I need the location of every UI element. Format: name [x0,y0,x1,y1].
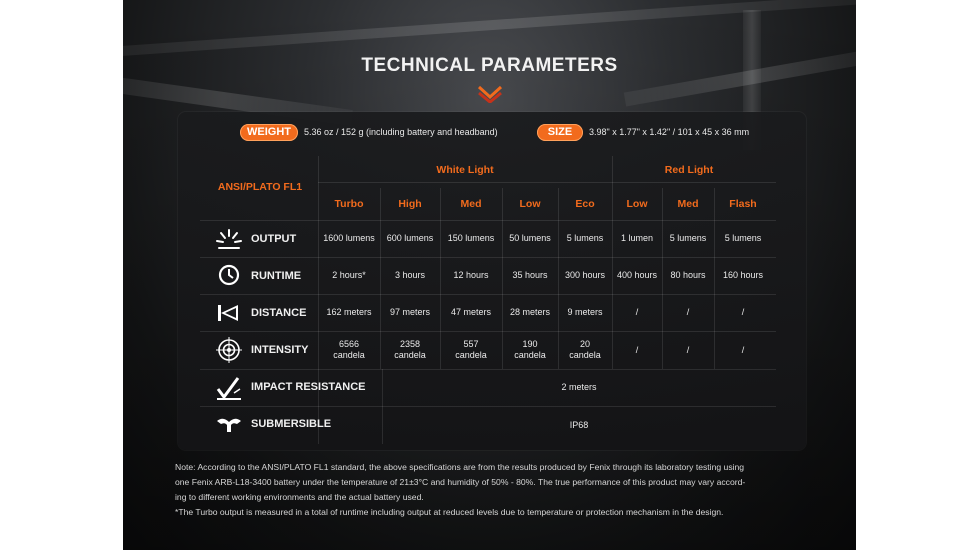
chevron-down-icon [477,85,503,103]
mode-eco: Eco [575,198,595,210]
output-red-flash: 5 lumens [724,233,762,243]
footnote-line: Note: According to the ANSI/PLATO FL1 st… [175,462,745,472]
white-light-header: White Light [436,164,494,176]
submersible-value: IP68 [569,419,589,430]
distance-red-med: / [686,307,690,317]
footnote-line: *The Turbo output is measured in a total… [175,507,724,517]
mode-red-med: Med [677,198,699,210]
page-title: TECHNICAL PARAMETERS [361,55,618,76]
intensity-eco: 20 candela [569,339,601,360]
distance-high: 97 meters [389,307,431,317]
runtime-high: 3 hours [394,270,426,280]
runtime-turbo: 2 hours* [332,270,366,280]
mode-high: High [398,198,422,210]
mode-low: Low [519,198,541,210]
output-low: 50 lumens [509,233,551,243]
runtime-low: 35 hours [512,270,548,280]
clock-icon [218,264,240,286]
output-turbo: 1600 lumens [323,233,375,243]
distance-turbo: 162 meters [326,307,372,317]
size-badge: SIZE [537,124,583,141]
distance-low: 28 meters [509,307,551,317]
output-med: 150 lumens [447,233,495,243]
mode-red-flash: Flash [729,198,757,210]
runtime-red-flash: 160 hours [722,270,764,280]
distance-eco: 9 meters [567,307,603,317]
footnote-line: one Fenix ARB-L18-3400 battery under the… [175,477,746,487]
runtime-red-med: 80 hours [670,270,706,280]
distance-med: 47 meters [450,307,492,317]
size-value: 3.98" x 1.77" x 1.42" / 101 x 45 x 36 mm [589,127,750,137]
output-high: 600 lumens [386,233,434,243]
intensity-red-med: / [686,344,690,355]
distance-red-low: / [635,307,639,317]
weight-value: 5.36 oz / 152 g (including battery and h… [304,127,498,137]
mode-red-low: Low [626,198,648,210]
row-label-runtime: RUNTIME [251,270,302,282]
spec-table-panel: WEIGHT 5.36 oz / 152 g (including batter… [178,112,806,450]
impact-value: 2 meters [561,382,597,392]
intensity-high: 2358 candela [394,339,426,360]
row-label-submersible: SUBMERSIBLE [251,418,332,430]
row-label-intensity: INTENSITY [251,344,309,356]
row-label-distance: DISTANCE [251,307,307,319]
target-icon [216,337,242,363]
intensity-med: 557 candela [455,339,487,360]
runtime-red-low: 400 hours [616,270,658,280]
output-eco: 5 lumens [566,233,604,243]
water-splash-icon [217,418,241,432]
red-light-header: Red Light [664,164,714,176]
output-red-med: 5 lumens [669,233,707,243]
mode-med: Med [460,198,482,210]
spec-poster: TECHNICAL PARAMETERS WEIGHT 5.36 oz / 15… [123,0,856,550]
intensity-red-low: / [635,344,639,355]
row-label-output: OUTPUT [251,233,297,245]
beam-distance-icon [218,305,238,321]
row-label-impact: IMPACT RESISTANCE [251,381,366,393]
output-red-low: 1 lumen [620,233,654,243]
intensity-turbo: 6566 candela [333,339,365,360]
footnote: Note: According to the ANSI/PLATO FL1 st… [175,460,815,520]
divider [318,182,776,183]
footnote-line: ing to different working environments an… [175,492,424,502]
distance-red-flash: / [741,307,745,317]
weight-badge: WEIGHT [240,124,298,141]
burst-icon [216,229,242,249]
intensity-low: 190 candela [514,339,546,360]
standard-label: ANSI/PLATO FL1 [217,181,303,193]
mode-turbo: Turbo [334,198,364,210]
impact-icon [216,377,241,400]
runtime-eco: 300 hours [564,270,606,280]
intensity-red-flash: / [741,344,745,355]
runtime-med: 12 hours [453,270,489,280]
